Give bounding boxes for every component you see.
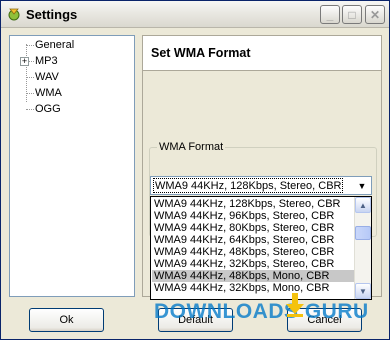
dropdown-arrow-button[interactable]: ▼ <box>354 178 370 193</box>
minimize-button[interactable]: _ <box>320 5 340 24</box>
app-icon <box>8 8 20 21</box>
wma-format-combobox[interactable]: WMA9 44KHz, 128Kbps, Stereo, CBR ▼ <box>150 176 372 195</box>
combo-selected-value: WMA9 44KHz, 128Kbps, Stereo, CBR <box>153 178 344 193</box>
group-label: WMA Format <box>157 141 226 153</box>
tree-item-mp3[interactable]: MP3 <box>35 54 58 68</box>
close-icon: ✕ <box>369 7 381 22</box>
default-button[interactable]: Default <box>158 308 233 332</box>
list-item[interactable]: WMA9 44KHz, 128Kbps, Stereo, CBR <box>152 198 354 210</box>
scroll-thumb[interactable] <box>355 226 371 240</box>
scroll-up-button[interactable]: ▲ <box>355 197 371 213</box>
list-item[interactable]: WMA9 44KHz, 32Kbps, Stereo, CBR <box>152 258 354 270</box>
list-item[interactable]: WMA9 44KHz, 96Kbps, Stereo, CBR <box>152 210 354 222</box>
list-item-selected[interactable]: WMA9 44KHz, 48Kbps, Mono, CBR <box>152 270 354 282</box>
arrow-up-icon: ▲ <box>359 200 367 210</box>
arrow-down-icon: ▼ <box>359 286 367 296</box>
maximize-button[interactable]: □ <box>342 5 362 24</box>
list-item[interactable]: WMA9 44KHz, 80Kbps, Stereo, CBR <box>152 222 354 234</box>
list-item[interactable]: WMA9 44KHz, 32Kbps, Mono, CBR <box>152 282 354 294</box>
tree-item-general[interactable]: General <box>35 38 74 52</box>
minimize-icon: _ <box>326 7 334 22</box>
expand-icon[interactable]: + <box>20 57 29 66</box>
scroll-down-button[interactable]: ▼ <box>355 283 371 299</box>
ok-button[interactable]: Ok <box>29 308 104 332</box>
window-title: Settings <box>26 7 78 22</box>
panel-title: Set WMA Format <box>151 46 251 60</box>
list-item[interactable]: WMA9 44KHz, 64Kbps, Stereo, CBR <box>152 234 354 246</box>
chevron-down-icon: ▼ <box>357 180 367 191</box>
format-dropdown-list[interactable]: WMA9 44KHz, 128Kbps, Stereo, CBR WMA9 44… <box>150 196 372 300</box>
dropdown-scrollbar[interactable]: ▲ ▼ <box>354 197 371 299</box>
tree-connector-line <box>26 93 34 94</box>
tree-item-wav[interactable]: WAV <box>35 70 59 84</box>
settings-window: Settings _ □ ✕ + General MP3 WAV WMA OGG… <box>0 0 390 340</box>
tree-connector-line <box>26 109 34 110</box>
tree-item-wma[interactable]: WMA <box>35 86 62 100</box>
list-item[interactable]: WMA9 44KHz, 48Kbps, Stereo, CBR <box>152 246 354 258</box>
cancel-button[interactable]: Cancel <box>287 308 362 332</box>
maximize-icon: □ <box>348 7 356 22</box>
settings-tree[interactable]: + General MP3 WAV WMA OGG <box>9 35 135 297</box>
tree-connector-line <box>26 45 34 46</box>
tree-connector-line <box>26 77 34 78</box>
close-button[interactable]: ✕ <box>365 5 385 24</box>
tree-item-ogg[interactable]: OGG <box>35 102 61 116</box>
title-bar[interactable]: Settings _ □ ✕ <box>1 1 389 28</box>
panel-header: Set WMA Format <box>143 36 381 71</box>
